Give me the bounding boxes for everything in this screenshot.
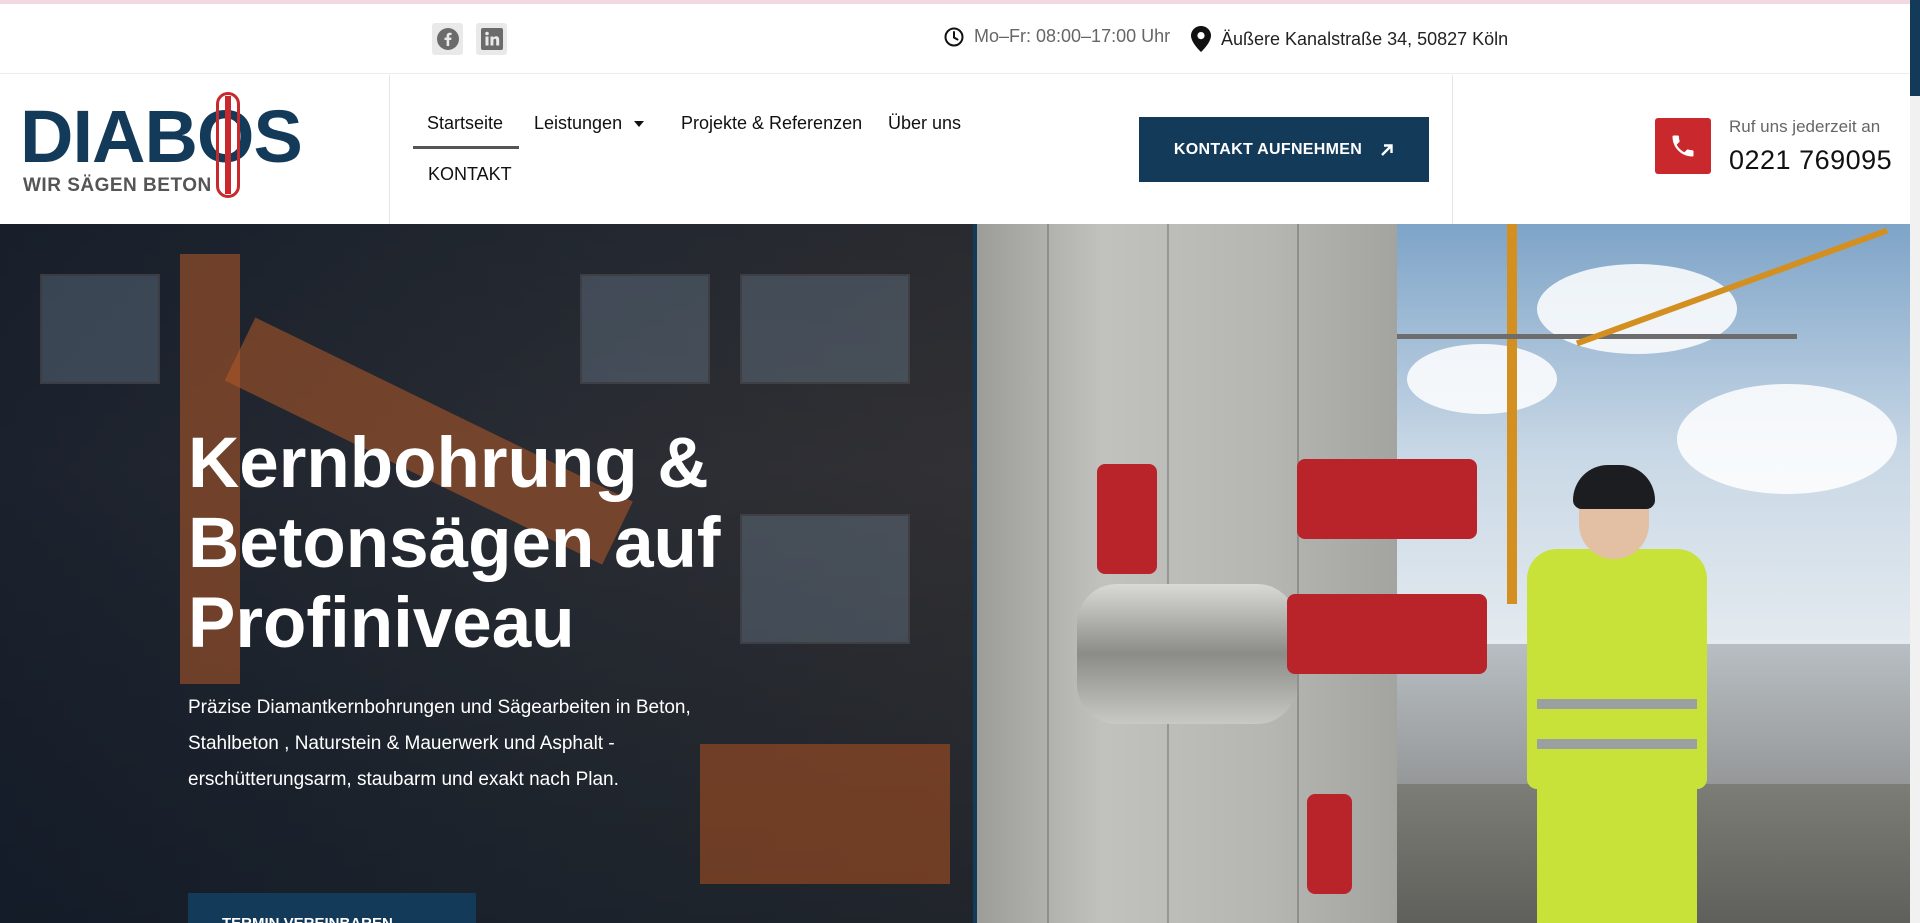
- reflective-stripe: [1537, 739, 1697, 749]
- opening-hours: Mo–Fr: 08:00–17:00 Uhr: [944, 26, 1170, 47]
- site-header: DIABOS WIR SÄGEN BETON Startseite Leistu…: [0, 75, 1910, 224]
- clock-icon: [944, 27, 964, 46]
- reflective-stripe: [1537, 699, 1697, 709]
- nav-active-indicator: [413, 146, 519, 149]
- arrow-up-right-icon: [1381, 143, 1393, 156]
- address-text: Äußere Kanalstraße 34, 50827 Köln: [1221, 28, 1509, 49]
- building-window: [740, 274, 910, 384]
- hero-description: Präzise Diamantkernbohrungen und Sägearb…: [188, 697, 691, 790]
- scrollbar-thumb[interactable]: [1910, 0, 1920, 96]
- nav-item-kontakt[interactable]: KONTAKT: [428, 164, 512, 185]
- drill-unit: [1287, 594, 1487, 674]
- scrollbar-track[interactable]: [1910, 0, 1920, 923]
- drill-motor: [1297, 459, 1477, 539]
- worker-pants: [1537, 789, 1697, 923]
- logo-saw-blade: [225, 96, 231, 194]
- map-pin-icon: [1191, 26, 1211, 52]
- hero-photo: [977, 224, 1910, 923]
- cloud: [1407, 344, 1557, 414]
- cloud: [1537, 264, 1737, 354]
- worker-vest: [1527, 549, 1707, 789]
- contact-cta-button[interactable]: KONTAKT AUFNEHMEN: [1139, 117, 1429, 182]
- contact-cta-label: KONTAKT AUFNEHMEN: [1173, 140, 1363, 158]
- opening-hours-text: Mo–Fr: 08:00–17:00 Uhr: [974, 26, 1171, 46]
- facebook-icon: [436, 28, 459, 50]
- appointment-button-label: TERMIN VEREINBAREN: [222, 915, 393, 923]
- building-window: [580, 274, 710, 384]
- address: Äußere Kanalstraße 34, 50827 Köln: [1191, 26, 1508, 52]
- wall-seam: [1047, 224, 1049, 923]
- chevron-down-icon: [634, 121, 645, 128]
- header-divider: [389, 75, 390, 224]
- hero-title: Kernbohrung & Betonsägen auf Profiniveau: [188, 424, 721, 663]
- phone-icon: [1672, 135, 1694, 157]
- building-window: [40, 274, 160, 384]
- worker: [1497, 465, 1727, 923]
- appointment-button[interactable]: TERMIN VEREINBAREN: [188, 893, 476, 923]
- logo-wordmark: DIABOS: [20, 95, 303, 178]
- wall-seam: [1297, 224, 1299, 923]
- linkedin-link[interactable]: [476, 23, 507, 55]
- phone-label: Ruf uns jederzeit an: [1729, 117, 1881, 136]
- nav-item-startseite[interactable]: Startseite: [427, 113, 503, 134]
- header-divider-right: [1452, 75, 1453, 224]
- logo-tagline: WIR SÄGEN BETON: [23, 175, 212, 196]
- nav-item-leistungen[interactable]: Leistungen: [534, 113, 645, 134]
- nav-item-projekte[interactable]: Projekte & Referenzen: [681, 113, 862, 134]
- logo[interactable]: DIABOS WIR SÄGEN BETON: [20, 92, 310, 202]
- phone-number[interactable]: 0221 769095: [1729, 145, 1892, 176]
- worker-cap: [1573, 465, 1655, 509]
- nav-item-leistungen-label: Leistungen: [534, 113, 623, 133]
- top-bar: Mo–Fr: 08:00–17:00 Uhr Äußere Kanalstraß…: [0, 0, 1910, 74]
- phone-button[interactable]: [1655, 118, 1711, 174]
- nav-item-ueber-uns[interactable]: Über uns: [888, 113, 961, 134]
- drill-stand: [1097, 464, 1157, 574]
- wall-seam: [1167, 224, 1169, 923]
- page: Mo–Fr: 08:00–17:00 Uhr Äußere Kanalstraß…: [0, 0, 1920, 923]
- linkedin-icon: [480, 28, 503, 50]
- water-tank: [1307, 794, 1352, 894]
- facebook-link[interactable]: [432, 23, 463, 55]
- core-drill-bit: [1077, 584, 1297, 724]
